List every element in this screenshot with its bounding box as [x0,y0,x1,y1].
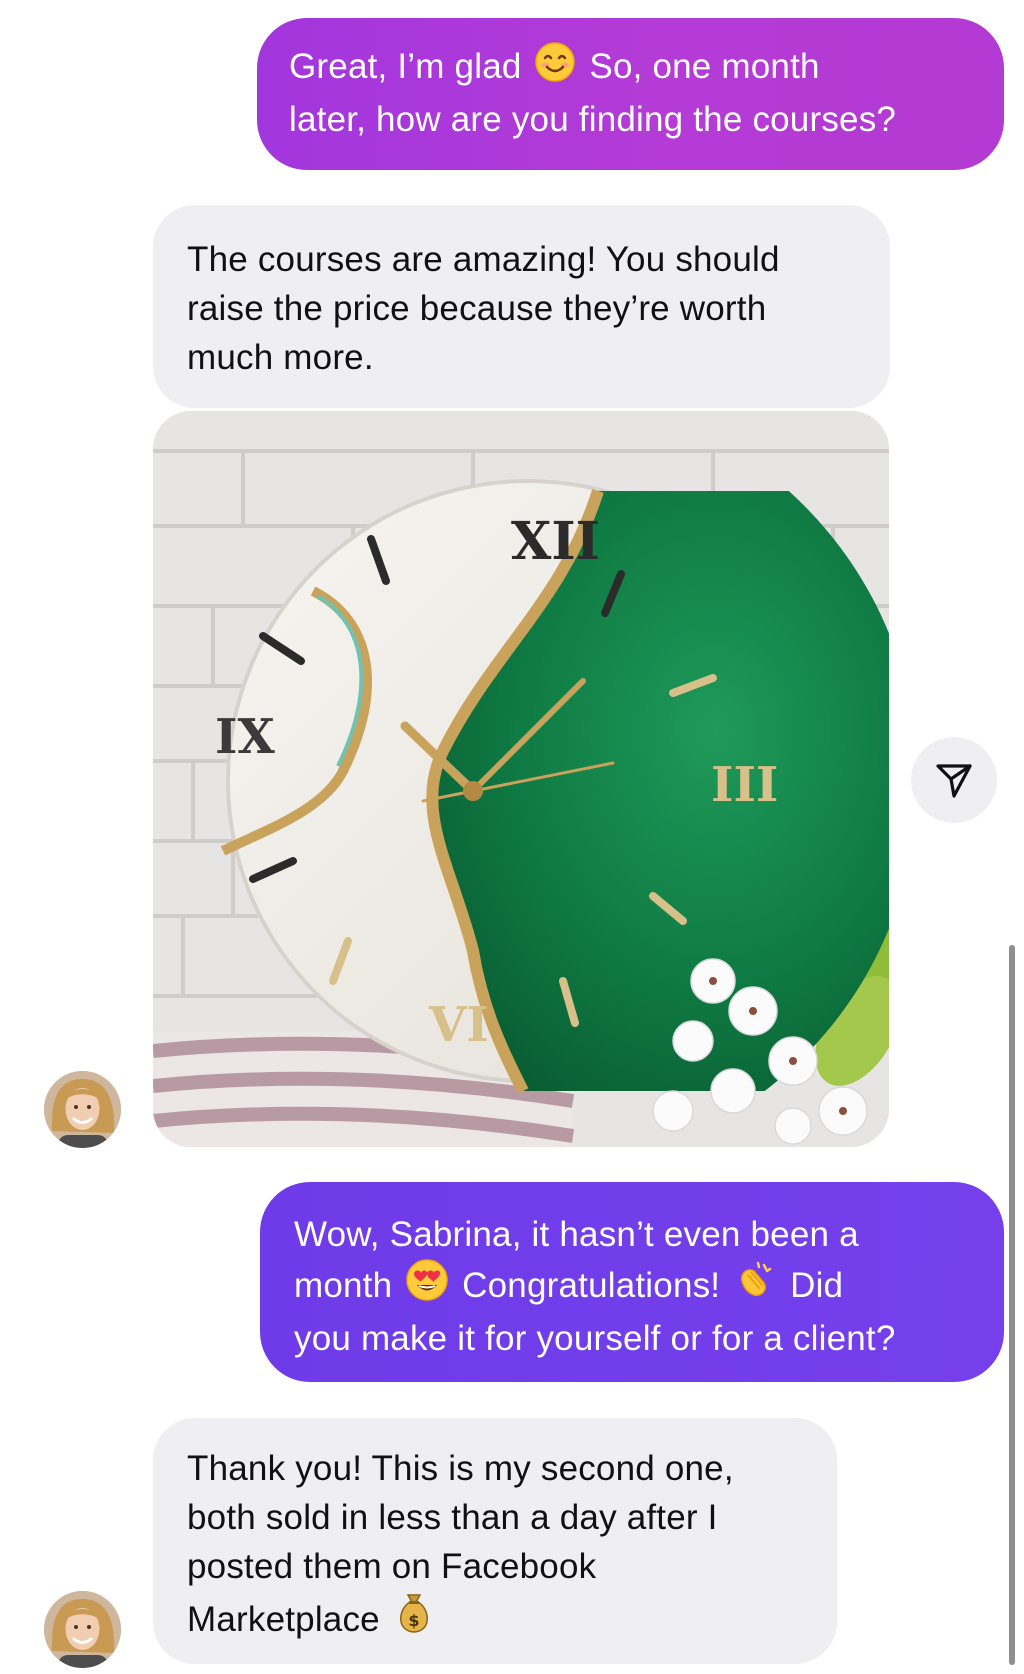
money-bag-emoji-icon: $ [394,1591,434,1648]
message-line: both sold in less than a day after I [187,1498,718,1537]
avatar-photo [44,1591,121,1668]
clock-numeral: XII [511,511,600,572]
message-line: month Congratulations! Did [294,1259,970,1314]
clock-numeral: IX [215,709,275,765]
clock-numeral: VI [428,997,489,1053]
message-line: later, how are you finding the courses? [289,100,897,139]
message-line: The courses are amazing! You should [187,240,780,279]
message-bubble-outgoing[interactable]: Great, I’m glad So, one month later, how… [257,18,1004,170]
chat-thread: Great, I’m glad So, one month later, how… [0,0,1024,1674]
message-line: Wow, Sabrina, it hasn’t even been a [294,1215,859,1254]
message-line: Great, I’m glad So, one month [289,42,972,95]
sender-avatar[interactable] [44,1071,121,1148]
message-photo[interactable]: XII III VI IX [153,411,889,1147]
message-line: Thank you! This is my second one, [187,1449,734,1488]
avatar-photo [44,1071,121,1148]
message-text: Congratulations! [462,1266,721,1305]
message-line: Marketplace $ [187,1591,803,1648]
svg-text:$: $ [408,1611,419,1630]
message-line: raise the price because they’re worth [187,289,767,328]
clock-numeral: III [711,757,778,813]
clock-photo-image: XII III VI IX [153,411,889,1147]
message-line: much more. [187,338,374,377]
smiling-face-emoji-icon [535,42,576,95]
sender-avatar[interactable] [44,1591,121,1668]
heart-eyes-emoji-icon [406,1259,448,1314]
paper-plane-icon [936,764,972,798]
message-text: Did [790,1266,844,1305]
share-button[interactable] [911,737,997,823]
message-bubble-incoming[interactable]: The courses are amazing! You should rais… [153,205,890,408]
message-line: you make it for yourself or for a client… [294,1319,896,1358]
message-line: posted them on Facebook [187,1547,597,1586]
message-text: So, one month [589,47,820,86]
message-bubble-outgoing[interactable]: Wow, Sabrina, it hasn’t even been a mont… [260,1182,1004,1382]
message-bubble-incoming[interactable]: Thank you! This is my second one, both s… [153,1418,837,1664]
message-text: month [294,1266,393,1305]
message-text: Great, I’m glad [289,47,522,86]
scrollbar[interactable] [1009,945,1015,1665]
message-text: Marketplace [187,1600,380,1639]
clapping-hands-emoji-icon [734,1259,776,1314]
